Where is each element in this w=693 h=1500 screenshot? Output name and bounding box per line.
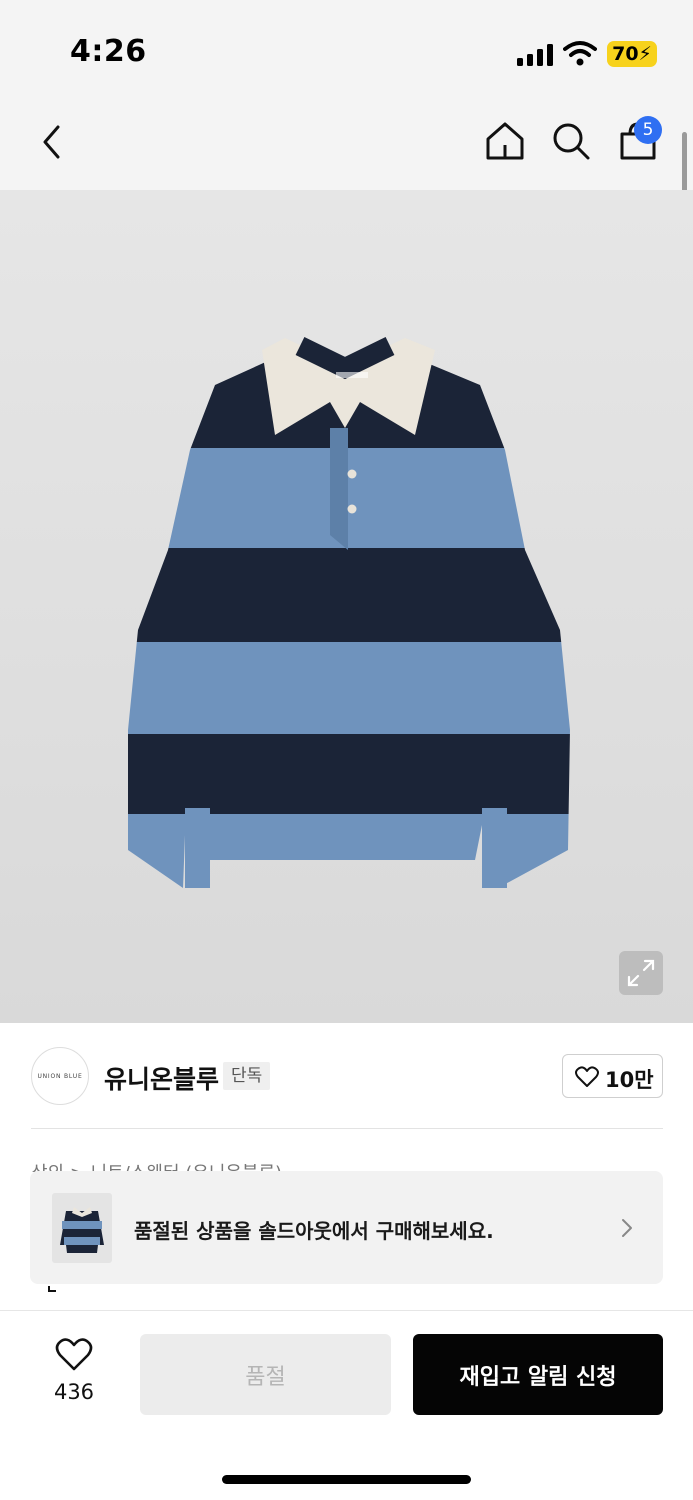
content-peek (48, 1286, 56, 1292)
status-time: 4:26 (70, 34, 147, 69)
soldout-button: 품절 (140, 1334, 391, 1415)
cellular-signal-icon (517, 44, 553, 66)
brand-like-count: 10만 (605, 1068, 654, 1092)
battery-indicator: 70⚡ (607, 41, 657, 67)
brand-logo[interactable]: UNION BLUE (31, 1047, 89, 1105)
soldout-banner[interactable]: 품절된 상품을 솔드아웃에서 구매해보세요. (30, 1171, 663, 1284)
banner-text: 품절된 상품을 솔드아웃에서 구매해보세요. (134, 1219, 494, 1243)
sweater-image (128, 337, 570, 888)
restock-alert-button[interactable]: 재입고 알림 신청 (413, 1334, 663, 1415)
heart-icon (575, 1066, 599, 1087)
brand-name[interactable]: 유니온블루 (104, 1060, 219, 1096)
top-nav (0, 100, 693, 190)
banner-thumbnail (52, 1193, 112, 1263)
expand-image-button[interactable] (619, 951, 663, 995)
exclusive-badge: 단독 (223, 1062, 271, 1090)
expand-icon (627, 959, 655, 987)
sweater-thumbnail-image (60, 1207, 104, 1253)
search-icon[interactable] (550, 120, 592, 162)
battery-level: 70 (612, 43, 639, 65)
home-icon[interactable] (484, 120, 526, 162)
wishlist-count: 436 (53, 1380, 95, 1404)
brand-like-button[interactable]: 10만 (562, 1054, 663, 1098)
product-image[interactable] (0, 190, 693, 1023)
cart-count-badge: 5 (634, 116, 662, 144)
bottom-bar-divider (0, 1310, 693, 1311)
status-bar: 4:26 70⚡ (0, 0, 693, 100)
home-indicator[interactable] (222, 1475, 471, 1484)
wifi-icon (563, 41, 597, 66)
back-arrow-icon[interactable] (38, 122, 68, 162)
divider (31, 1128, 663, 1129)
wishlist-button[interactable]: 436 (40, 1338, 108, 1408)
chevron-right-icon (622, 1219, 632, 1237)
heart-icon (55, 1338, 93, 1371)
